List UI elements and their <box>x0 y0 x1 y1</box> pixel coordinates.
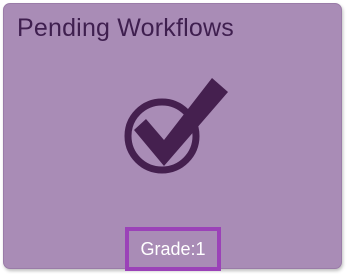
grade-badge: Grade:1 <box>125 227 221 271</box>
pending-workflows-tile[interactable]: Pending Workflows Grade:1 <box>3 3 342 271</box>
tile-title: Pending Workflows <box>17 14 234 42</box>
grade-label: Grade:1 <box>140 238 206 259</box>
checkmark-circle-icon <box>120 74 230 184</box>
